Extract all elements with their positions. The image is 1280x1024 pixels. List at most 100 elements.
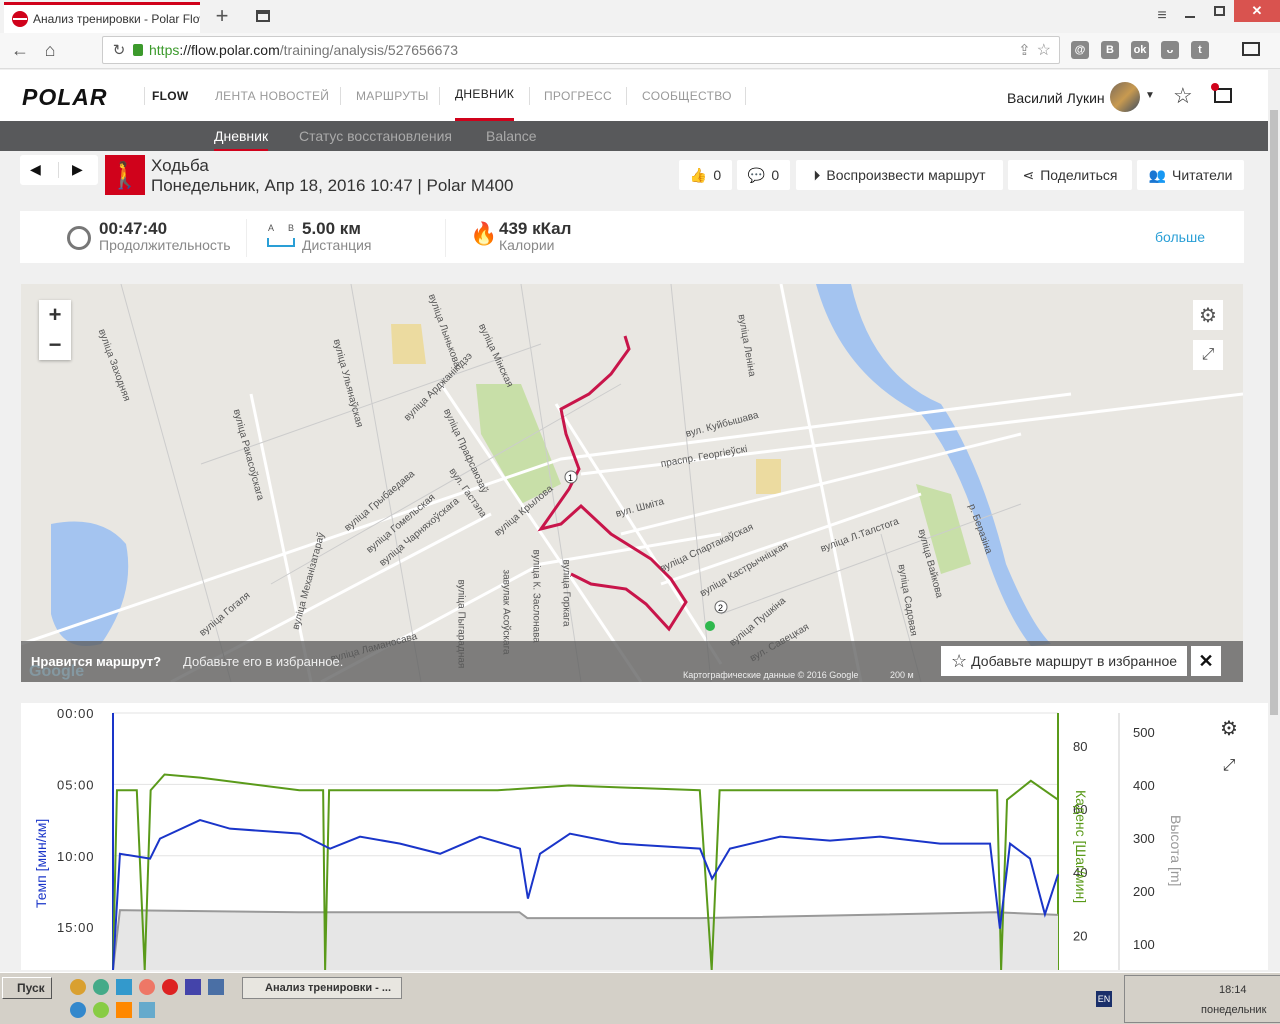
url-bar[interactable]: ↻ https://flow.polar.com/training/analys… (102, 36, 1060, 64)
polar-logo[interactable]: POLAR (22, 84, 108, 111)
altitude-tick: 100 (1133, 937, 1155, 952)
comments-button[interactable]: 💬 0 (737, 160, 790, 190)
cadence-axis-label: Каденс [Шаг/мин] (1073, 790, 1089, 904)
map-fullscreen-icon[interactable]: ⤢ (1193, 340, 1223, 370)
share-page-icon[interactable]: ⇪ (1018, 41, 1031, 59)
map-scale: 200 м (890, 670, 914, 680)
vk-icon[interactable]: B (1101, 41, 1119, 59)
training-chart: 00:00 05:00 10:00 15:00 80 60 40 20 500 400 300 200… (21, 703, 1268, 970)
close-window-icon[interactable]: ✕ (1234, 0, 1280, 22)
map-canvas: 1 2 (21, 284, 1243, 682)
avatar[interactable] (1110, 82, 1140, 112)
street-label: вуліца К. Заслонава (530, 549, 542, 643)
start-marker (705, 621, 715, 631)
nav-progress[interactable]: ПРОГРЕСС (544, 70, 612, 121)
pace-tick: 00:00 (57, 706, 95, 721)
subnav-diary[interactable]: Дневник (214, 121, 269, 151)
odnoklassniki-icon[interactable]: ok (1131, 41, 1149, 59)
ie-icon[interactable] (70, 1002, 86, 1018)
twitter-icon[interactable]: t (1191, 41, 1209, 59)
user-dropdown-icon[interactable]: ▼ (1145, 90, 1155, 101)
altitude-tick: 500 (1133, 725, 1155, 740)
vk-app-icon[interactable] (208, 979, 224, 995)
app-icon[interactable] (93, 1002, 109, 1018)
notification-dot (1211, 83, 1219, 91)
close-banner-icon[interactable]: ✕ (1191, 646, 1221, 676)
altitude-tick: 400 (1133, 778, 1155, 793)
like-button[interactable]: 👍 0 (679, 160, 732, 190)
prev-training-icon[interactable]: ◀ (30, 161, 41, 178)
back-icon[interactable]: ← (10, 40, 30, 60)
map-settings-gear-icon[interactable]: ⚙ (1193, 300, 1223, 330)
windows-taskbar: Пуск Анализ тренировки - ... EN 18:14 по… (0, 972, 1280, 1024)
duration-label: Продолжительность (99, 237, 231, 253)
favorite-route-banner: Нравится маршрут? Добавьте его в избранн… (21, 641, 1243, 682)
banner-text: Добавьте его в избранное. (183, 654, 344, 669)
pace-tick: 15:00 (57, 920, 95, 935)
opera-icon[interactable] (162, 979, 178, 995)
share-icon: ⋖ (1022, 166, 1035, 183)
clock-time[interactable]: 18:14 (1219, 984, 1247, 996)
calories-label: Калории (499, 237, 555, 253)
nav-diary[interactable]: ДНЕВНИК (455, 70, 515, 121)
chart-settings-gear-icon[interactable]: ⚙ (1214, 713, 1244, 743)
google-logo: Google (29, 663, 85, 680)
page-scrollbar[interactable] (1268, 70, 1280, 970)
restore-icon[interactable] (1214, 6, 1225, 16)
replay-route-button[interactable]: ⏵ Воспроизвести маршрут (796, 160, 1003, 190)
diary-subnav: Дневник Статус восстановления Balance (0, 121, 1268, 151)
mail-icon[interactable]: @ (1071, 41, 1089, 59)
chat-icon[interactable] (1242, 42, 1260, 56)
summary-stats: 00:47:40 Продолжительность A B 5.00 км Д… (20, 211, 1244, 263)
app-icon[interactable] (116, 979, 132, 995)
zoom-out-icon[interactable]: − (39, 330, 71, 360)
reload-icon[interactable]: ↻ (109, 41, 129, 59)
map-attribution[interactable]: Картографические данные © 2016 Google (683, 670, 858, 680)
browser-tab[interactable]: Анализ тренировки - Polar Flow (4, 2, 200, 33)
readers-button[interactable]: 👥 Читатели (1137, 160, 1244, 190)
route-map[interactable]: 1 2 вуліца Заходняя вуліца Ракасоўскага ву… (21, 284, 1243, 682)
share-button[interactable]: ⋖ Поделиться (1008, 160, 1132, 190)
app-icon[interactable] (70, 979, 86, 995)
taskbar-window-button[interactable]: Анализ тренировки - ... (242, 977, 402, 999)
chart-fullscreen-icon[interactable]: ⤢ (1214, 751, 1244, 781)
home-icon[interactable]: ⌂ (40, 40, 60, 60)
user-name[interactable]: Василий Лукин (1007, 90, 1105, 106)
firefox-icon[interactable] (139, 979, 155, 995)
add-favorite-button[interactable]: ☆ Добавьте маршрут в избранное (941, 646, 1187, 676)
altitude-tick: 300 (1133, 831, 1155, 846)
play-icon: ⏵ (813, 166, 821, 183)
nav-routes[interactable]: МАРШРУТЫ (356, 70, 429, 121)
bookmark-star-icon[interactable]: ☆ (1037, 40, 1051, 60)
more-link[interactable]: больше (1155, 229, 1205, 245)
minimize-icon[interactable] (1185, 16, 1195, 18)
flow-label[interactable]: FLOW (152, 70, 189, 121)
zoom-in-icon[interactable]: + (39, 300, 71, 330)
altitude-area (113, 910, 1058, 970)
favorites-star-icon[interactable]: ☆ (1173, 83, 1193, 109)
subnav-recovery[interactable]: Статус восстановления (299, 121, 452, 151)
moi-mir-icon[interactable]: ᴗ (1161, 41, 1179, 59)
quick-launch (70, 979, 225, 1019)
tab-list-icon[interactable] (256, 10, 270, 22)
browser-tab-bar: Анализ тренировки - Polar Flow + ≡ ✕ (0, 0, 1280, 33)
pace-axis-label: Темп [мин/км] (33, 818, 49, 908)
nav-community[interactable]: СООБЩЕСТВО (642, 70, 732, 121)
app-icon[interactable] (139, 1002, 155, 1018)
scrollbar-thumb[interactable] (1270, 110, 1278, 715)
sport-name: Ходьба (151, 156, 209, 175)
street-label: вуліца Горкага (560, 559, 572, 627)
menu-icon[interactable]: ≡ (1152, 6, 1172, 26)
calories-value: 439 кКал (499, 219, 572, 238)
odnoklassniki-app-icon[interactable] (116, 1002, 132, 1018)
language-indicator[interactable]: EN (1096, 991, 1112, 1007)
chrome-icon[interactable] (93, 979, 109, 995)
nav-news[interactable]: ЛЕНТА НОВОСТЕЙ (215, 70, 329, 121)
altitude-tick: 200 (1133, 884, 1155, 899)
clock-day: понедельник (1201, 1004, 1267, 1016)
save-icon[interactable] (185, 979, 201, 995)
subnav-balance[interactable]: Balance (486, 121, 537, 151)
new-tab-icon[interactable]: + (212, 3, 232, 28)
start-button[interactable]: Пуск (2, 977, 52, 999)
next-training-icon[interactable]: ▶ (72, 161, 83, 178)
